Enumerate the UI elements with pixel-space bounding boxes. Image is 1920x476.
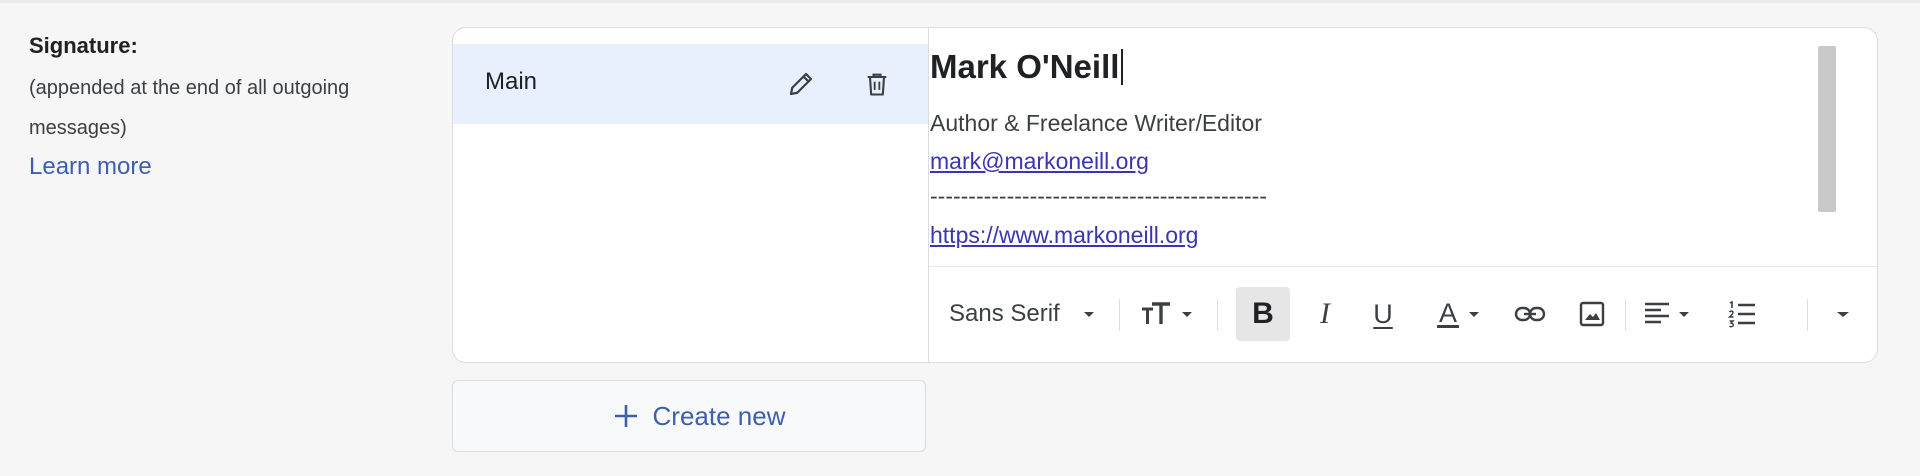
- create-new-signature-button[interactable]: Create new: [452, 380, 926, 452]
- link-icon: [1514, 306, 1546, 322]
- toolbar-separator: [1217, 299, 1218, 331]
- editor-scrollbar[interactable]: [1818, 46, 1836, 212]
- signature-website-link[interactable]: https://www.markoneill.org: [930, 222, 1198, 249]
- signature-label-column: Signature: (appended at the end of all o…: [29, 30, 449, 184]
- formatting-toolbar: Sans Serif B I U A: [929, 267, 1877, 362]
- numbered-list-icon: [1727, 300, 1755, 328]
- font-size-dropdown[interactable]: [1127, 287, 1207, 341]
- delete-signature-button[interactable]: [859, 66, 895, 102]
- insert-image-button[interactable]: [1567, 287, 1617, 341]
- edit-signature-button[interactable]: [783, 66, 819, 102]
- toolbar-separator: [1625, 299, 1626, 331]
- signature-card: Main Mark O'Neill Author & Freelance Wri…: [452, 27, 1878, 363]
- text-color-dropdown[interactable]: A: [1423, 287, 1495, 341]
- bold-icon: B: [1252, 297, 1274, 330]
- text-size-icon: [1142, 302, 1170, 324]
- signature-divider-line[interactable]: ----------------------------------------…: [930, 183, 1267, 210]
- signature-label-description: (appended at the end of all outgoing mes…: [29, 77, 350, 139]
- signature-settings: Signature: (appended at the end of all o…: [0, 0, 1920, 476]
- learn-more-link[interactable]: Learn more: [29, 150, 152, 184]
- italic-icon: I: [1320, 297, 1330, 330]
- signature-name-line[interactable]: Mark O'Neill: [930, 48, 1124, 86]
- numbered-list-button[interactable]: [1715, 287, 1769, 341]
- signature-item-name: Main: [485, 68, 538, 95]
- bold-button[interactable]: B: [1236, 287, 1290, 341]
- align-dropdown[interactable]: [1629, 287, 1705, 341]
- signature-role-line[interactable]: Author & Freelance Writer/Editor: [930, 110, 1262, 137]
- pencil-icon: [789, 72, 813, 96]
- top-divider: [0, 0, 1920, 3]
- image-icon: [1579, 301, 1605, 327]
- toolbar-separator: [1807, 299, 1808, 331]
- chevron-down-icon: [1083, 312, 1094, 317]
- chevron-down-icon: [1469, 312, 1479, 317]
- signature-name-text: Mark O'Neill: [930, 48, 1120, 85]
- signature-list-item-main[interactable]: Main: [453, 44, 928, 124]
- chevron-down-icon: [1182, 312, 1192, 317]
- signature-label-title: Signature:: [29, 33, 138, 58]
- font-family-dropdown[interactable]: Sans Serif: [949, 287, 1117, 341]
- toolbar-separator: [1119, 299, 1120, 331]
- text-cursor: [1121, 49, 1124, 85]
- trash-icon: [867, 73, 887, 96]
- align-left-icon: [1645, 302, 1669, 324]
- text-color-icon: A: [1436, 297, 1459, 328]
- underline-icon: U: [1373, 298, 1393, 329]
- more-formatting-dropdown[interactable]: [1823, 287, 1863, 341]
- create-new-label: Create new: [652, 400, 786, 431]
- underline-button[interactable]: U: [1359, 287, 1407, 341]
- font-family-label: Sans Serif: [949, 300, 1060, 327]
- insert-link-button[interactable]: [1505, 287, 1555, 341]
- signature-list: Main: [453, 28, 929, 362]
- create-new-content: Create new: [613, 400, 786, 432]
- signature-email-link[interactable]: mark@markoneill.org: [930, 148, 1149, 175]
- italic-button[interactable]: I: [1301, 287, 1349, 341]
- chevron-down-icon: [1679, 312, 1689, 317]
- plus-icon: [614, 405, 637, 427]
- chevron-down-icon: [1837, 312, 1849, 317]
